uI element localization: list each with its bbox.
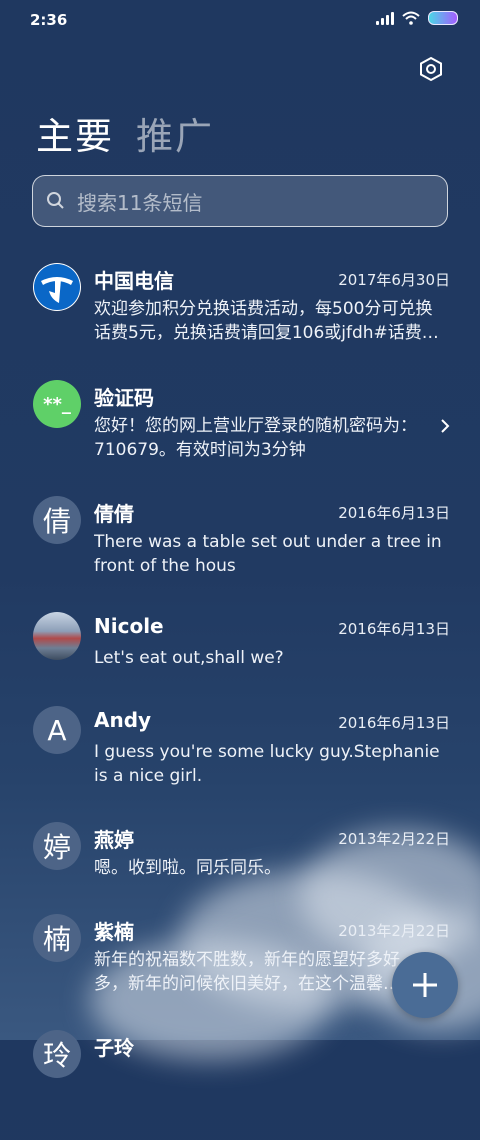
contact-avatar: 婷 [33, 822, 81, 870]
status-icons [376, 11, 458, 25]
new-message-button[interactable] [392, 952, 458, 1018]
message-preview: Let's eat out,shall we? [94, 648, 284, 668]
message-preview: 嗯。收到啦。同乐同乐。 [94, 858, 281, 878]
conversation-item[interactable]: 倩 倩倩 2016年6月13日 There was a table set ou… [0, 496, 480, 606]
search-placeholder: 搜索11条短信 [77, 190, 203, 215]
chevron-right-icon[interactable] [440, 418, 450, 434]
contact-avatar: 玲 [33, 1030, 81, 1078]
battery-icon [428, 11, 458, 25]
conversation-item[interactable]: **_ 验证码 您好！您的网上营业厅登录的随机密码为：710679。有效时间为3… [0, 380, 480, 490]
conversation-item[interactable]: A Andy 2016年6月13日 I guess you're some lu… [0, 706, 480, 816]
message-preview: 您好！您的网上营业厅登录的随机密码为：710679。有效时间为3分钟 [94, 416, 417, 460]
contact-name: 中国电信 [94, 269, 174, 293]
tab-promotions[interactable]: 推广 [136, 106, 214, 160]
status-bar: 2:36 [0, 0, 480, 40]
conversation-item[interactable]: 玲 子玲 [0, 1030, 480, 1140]
contact-name: Nicole [94, 614, 164, 638]
search-icon [47, 192, 64, 209]
wifi-icon [402, 11, 420, 25]
message-preview: 欢迎参加积分兑换话费活动，每500分可兑换话费5元，兑换话费请回复106或jfd… [94, 299, 439, 343]
settings-hexagon-icon[interactable] [418, 56, 444, 82]
message-date: 2016年6月13日 [338, 620, 450, 638]
tab-primary[interactable]: 主要 [36, 106, 114, 160]
contact-name: 紫楠 [94, 920, 134, 944]
verification-avatar: **_ [33, 380, 81, 428]
search-input[interactable]: 搜索11条短信 [32, 175, 448, 227]
contact-name: 验证码 [94, 386, 154, 410]
message-date: 2013年2月22日 [338, 830, 450, 848]
conversation-item[interactable]: 中国电信 2017年6月30日 欢迎参加积分兑换话费活动，每500分可兑换话费5… [0, 263, 480, 373]
status-time: 2:36 [30, 11, 68, 29]
message-date: 2016年6月13日 [338, 504, 450, 522]
contact-avatar: 倩 [33, 496, 81, 544]
message-date: 2013年2月22日 [338, 922, 450, 940]
contact-avatar: A [33, 706, 81, 754]
contact-name: Andy [94, 708, 152, 732]
message-preview: There was a table set out under a tree i… [94, 532, 442, 576]
message-date: 2017年6月30日 [338, 271, 450, 289]
message-date: 2016年6月13日 [338, 714, 450, 732]
message-preview: 新年的祝福数不胜数，新年的愿望好多好多，新年的问候依旧美好，在这个温馨的时刻 [94, 950, 400, 994]
tab-bar: 主要 推广 [36, 106, 214, 160]
contact-name: 子玲 [94, 1036, 134, 1060]
plus-icon [413, 973, 437, 997]
contact-name: 燕婷 [94, 828, 134, 852]
china-telecom-avatar [33, 263, 81, 311]
message-preview: I guess you're some lucky guy.Stephanie … [94, 742, 440, 786]
photo-avatar [33, 612, 81, 660]
contact-avatar: 楠 [33, 914, 81, 962]
signal-icon [376, 11, 394, 25]
contact-name: 倩倩 [94, 502, 134, 526]
